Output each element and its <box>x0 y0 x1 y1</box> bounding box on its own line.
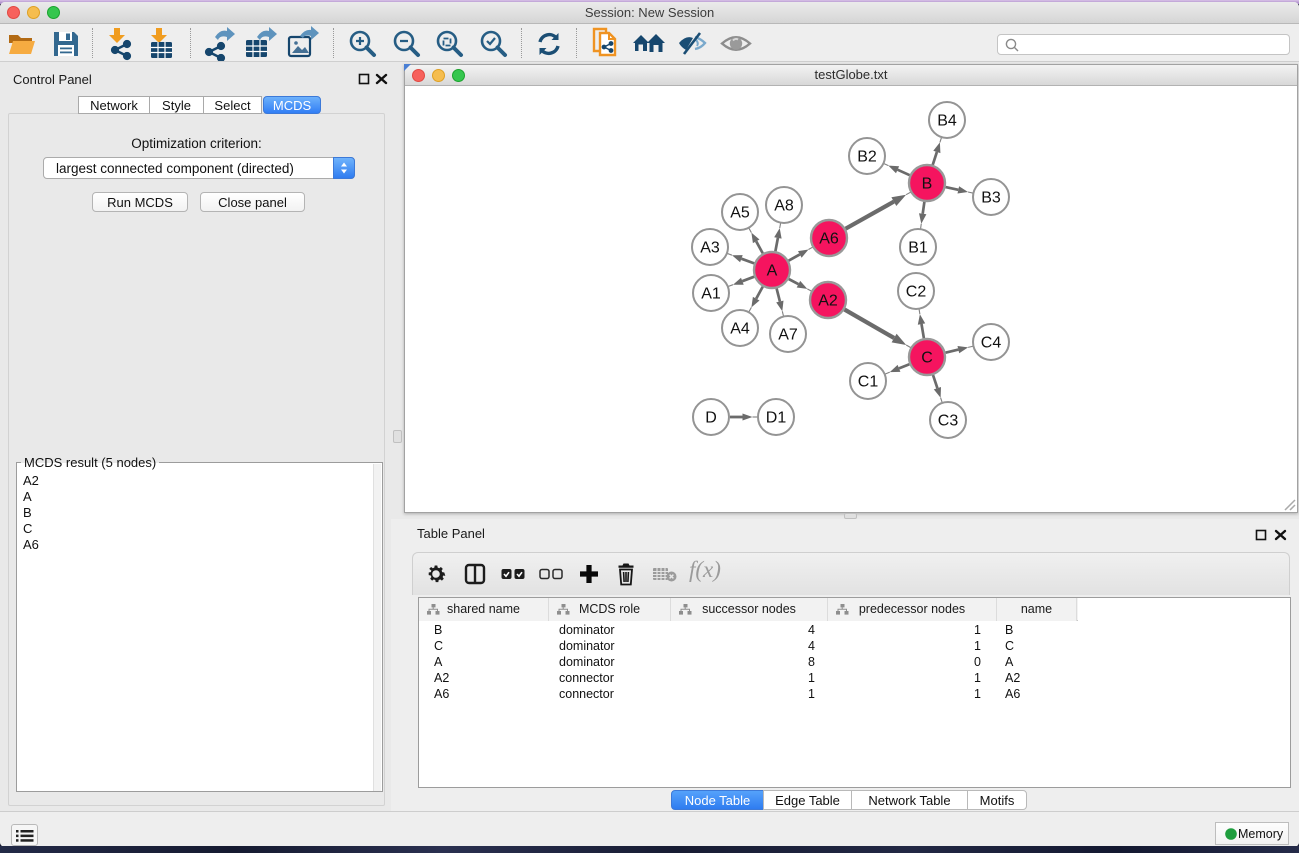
svg-text:A8: A8 <box>774 198 794 215</box>
svg-text:A: A <box>767 263 778 280</box>
svg-text:A3: A3 <box>700 240 720 257</box>
svg-text:B3: B3 <box>981 190 1001 207</box>
svg-text:C2: C2 <box>906 284 927 301</box>
svg-text:A4: A4 <box>730 321 750 338</box>
svg-text:C4: C4 <box>981 335 1002 352</box>
svg-text:A5: A5 <box>730 205 750 222</box>
svg-text:C3: C3 <box>938 413 959 430</box>
svg-text:D: D <box>705 410 717 427</box>
svg-text:A2: A2 <box>818 293 838 310</box>
svg-text:B4: B4 <box>937 113 957 130</box>
svg-text:B1: B1 <box>908 240 928 257</box>
svg-text:D1: D1 <box>766 410 787 427</box>
svg-text:A7: A7 <box>778 327 798 344</box>
svg-text:B: B <box>922 176 933 193</box>
svg-text:B2: B2 <box>857 149 877 166</box>
svg-text:A6: A6 <box>819 231 839 248</box>
svg-text:C1: C1 <box>858 374 879 391</box>
svg-text:A1: A1 <box>701 286 721 303</box>
svg-text:C: C <box>921 350 933 367</box>
